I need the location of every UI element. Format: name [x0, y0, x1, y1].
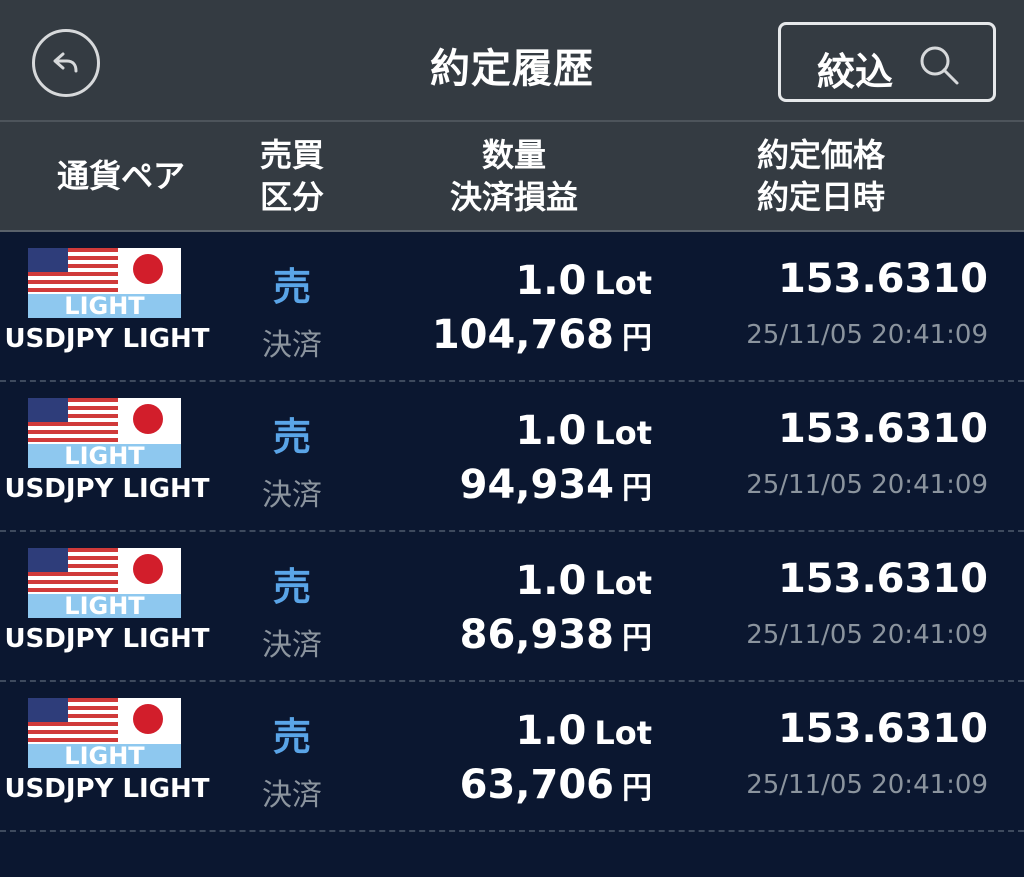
quantity: 1.0 Lot	[515, 258, 652, 304]
table-row[interactable]: LIGHT USDJPY LIGHT 売 決済 1.0 Lot 104,768 円 …	[0, 232, 1024, 382]
page-title: 約定履歴	[430, 46, 594, 92]
flag-label: LIGHT	[64, 292, 145, 318]
table-header: 通貨ペア 売買 区分 数量 決済損益 約定価格 約定日時	[0, 122, 1024, 232]
quantity-value: 1.0	[515, 708, 587, 754]
quantity-value: 1.0	[515, 558, 587, 604]
currency-flag: LIGHT	[28, 698, 181, 768]
execution-price: 153.6310	[777, 706, 988, 752]
filter-label: 絞込	[817, 50, 894, 94]
table-row[interactable]: LIGHT USDJPY LIGHT 売 決済 1.0 Lot 86,938 円 1…	[0, 532, 1024, 682]
flag-label: LIGHT	[64, 592, 145, 618]
profit-loss-value: 94,934	[459, 462, 614, 508]
header-side: 売買 区分	[259, 136, 324, 216]
quantity: 1.0 Lot	[515, 408, 652, 454]
flag-label: LIGHT	[64, 742, 145, 768]
profit-loss-value: 86,938	[459, 612, 614, 658]
profit-loss-unit: 円	[622, 471, 652, 506]
profit-loss: 94,934 円	[460, 462, 652, 508]
currency-flag: LIGHT	[28, 248, 181, 318]
profit-loss: 86,938 円	[460, 612, 652, 658]
currency-flag: LIGHT	[28, 398, 181, 468]
profit-loss-unit: 円	[622, 321, 652, 356]
trade-type: 決済	[262, 628, 322, 663]
back-arrow-icon	[53, 52, 78, 73]
profit-loss: 63,706 円	[460, 762, 652, 808]
trade-side: 売	[272, 415, 311, 459]
execution-price: 153.6310	[777, 406, 988, 452]
header-quantity-pl: 数量 決済損益	[449, 136, 578, 216]
quantity: 1.0 Lot	[515, 708, 652, 754]
execution-datetime: 25/11/05 20:41:09	[746, 620, 988, 650]
quantity-value: 1.0	[515, 258, 587, 304]
trade-side: 売	[272, 265, 311, 309]
table-row[interactable]: LIGHT USDJPY LIGHT 売 決済 1.0 Lot 63,706 円 1…	[0, 682, 1024, 832]
nav-bar: 約定履歴 絞込	[0, 0, 1024, 122]
quantity: 1.0 Lot	[515, 558, 652, 604]
currency-flag: LIGHT	[28, 548, 181, 618]
pair-name: USDJPY LIGHT	[4, 624, 210, 654]
table-row[interactable]: LIGHT USDJPY LIGHT 売 決済 1.0 Lot 94,934 円 1…	[0, 382, 1024, 532]
quantity-unit: Lot	[594, 714, 652, 752]
quantity-unit: Lot	[594, 414, 652, 452]
header-pair: 通貨ペア	[56, 157, 185, 195]
search-icon	[920, 46, 959, 85]
pair-name: USDJPY LIGHT	[4, 474, 210, 504]
trade-side: 売	[272, 715, 311, 759]
profit-loss-value: 104,768	[431, 312, 614, 358]
filter-button[interactable]: 絞込	[778, 22, 996, 102]
execution-price: 153.6310	[777, 256, 988, 302]
back-button[interactable]	[32, 29, 100, 97]
execution-datetime: 25/11/05 20:41:09	[746, 770, 988, 800]
quantity-unit: Lot	[594, 564, 652, 602]
quantity-value: 1.0	[515, 408, 587, 454]
trade-type: 決済	[262, 478, 322, 513]
trade-type: 決済	[262, 778, 322, 813]
execution-datetime: 25/11/05 20:41:09	[746, 470, 988, 500]
execution-price: 153.6310	[777, 556, 988, 602]
flag-label: LIGHT	[64, 442, 145, 468]
execution-datetime: 25/11/05 20:41:09	[746, 320, 988, 350]
trade-type: 決済	[262, 328, 322, 363]
pair-name: USDJPY LIGHT	[4, 774, 210, 804]
pair-name: USDJPY LIGHT	[4, 324, 210, 354]
quantity-unit: Lot	[594, 264, 652, 302]
header-price-datetime: 約定価格 約定日時	[756, 136, 885, 216]
profit-loss-value: 63,706	[459, 762, 614, 808]
profit-loss-unit: 円	[622, 771, 652, 806]
profit-loss-unit: 円	[622, 621, 652, 656]
profit-loss: 104,768 円	[432, 312, 652, 358]
trade-side: 売	[272, 565, 311, 609]
